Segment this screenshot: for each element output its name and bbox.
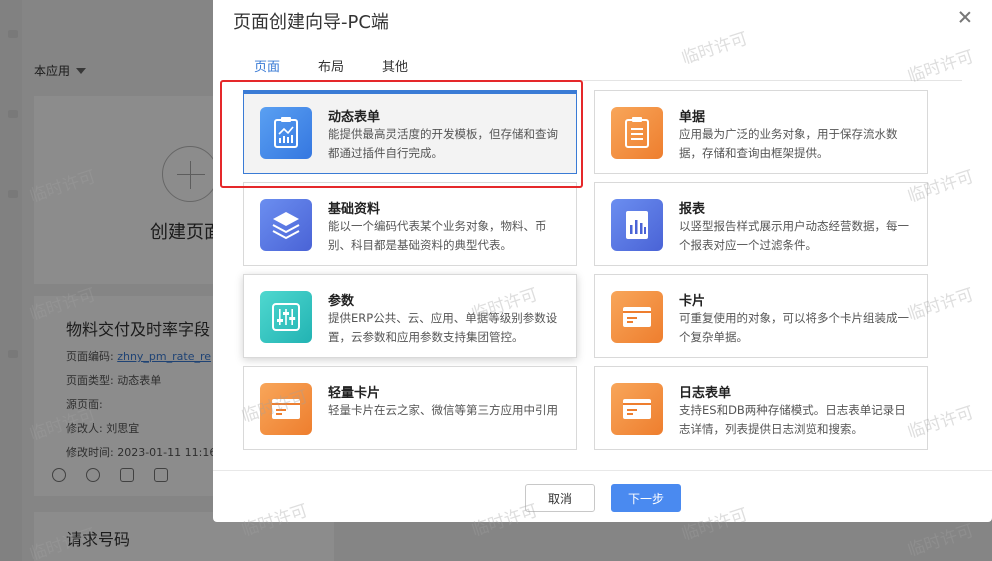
- card-desc: 能提供最高灵活度的开发模板，但存储和查询都通过插件自行完成。: [328, 127, 558, 160]
- card-desc: 应用最为广泛的业务对象，用于保存流水数据，存储和查询由框架提供。: [679, 127, 898, 160]
- card-title: 单据: [679, 110, 706, 125]
- tab-other[interactable]: 其他: [382, 56, 408, 81]
- type-card-basic-data[interactable]: 基础资料 能以一个编码代表某个业务对象，物料、币别、科目都是基础资料的典型代表。: [243, 182, 577, 266]
- type-card-dynamic-form[interactable]: 动态表单 能提供最高灵活度的开发模板，但存储和查询都通过插件自行完成。: [243, 90, 577, 174]
- type-card-light-card[interactable]: 轻量卡片 轻量卡片在云之家、微信等第三方应用中引用: [243, 366, 577, 450]
- card-title: 参数: [328, 294, 355, 309]
- card-desc: 能以一个编码代表某个业务对象，物料、币别、科目都是基础资料的典型代表。: [328, 219, 547, 252]
- type-card-card[interactable]: 卡片 可重复使用的对象，可以将多个卡片组装成一个复杂单据。: [594, 274, 928, 358]
- dialog-title: 页面创建向导-PC端: [233, 12, 389, 33]
- chart-clipboard-icon: [260, 107, 312, 159]
- tab-bar: 页面 布局 其他: [242, 56, 962, 82]
- card-desc: 可重复使用的对象，可以将多个卡片组装成一个复杂单据。: [679, 311, 909, 344]
- type-card-report[interactable]: 报表 以竖型报告样式展示用户动态经营数据，每一个报表对应一个过滤条件。: [594, 182, 928, 266]
- type-card-log-form[interactable]: 日志表单 支持ES和DB两种存储模式。日志表单记录日志详情，列表提供日志浏览和搜…: [594, 366, 928, 450]
- card-desc: 提供ERP公共、云、应用、单据等级别参数设置，云参数和应用参数支持集团管控。: [328, 311, 558, 344]
- type-card-parameter[interactable]: 参数 提供ERP公共、云、应用、单据等级别参数设置，云参数和应用参数支持集团管控…: [243, 274, 577, 358]
- card-title: 轻量卡片: [328, 386, 381, 401]
- type-card-bill[interactable]: 单据 应用最为广泛的业务对象，用于保存流水数据，存储和查询由框架提供。: [594, 90, 928, 174]
- card-title: 动态表单: [328, 110, 381, 125]
- card-desc: 轻量卡片在云之家、微信等第三方应用中引用: [328, 403, 558, 417]
- close-icon[interactable]: [957, 9, 973, 25]
- card-icon: [611, 291, 663, 343]
- card-icon: [611, 383, 663, 435]
- footer-divider: [213, 470, 992, 471]
- bar-chart-icon: [611, 199, 663, 251]
- card-desc: 以竖型报告样式展示用户动态经营数据，每一个报表对应一个过滤条件。: [679, 219, 909, 252]
- next-step-button[interactable]: 下一步: [611, 484, 681, 512]
- layers-icon: [260, 199, 312, 251]
- cancel-button[interactable]: 取消: [525, 484, 595, 512]
- tab-page[interactable]: 页面: [251, 56, 283, 82]
- card-title: 日志表单: [679, 386, 732, 401]
- clipboard-icon: [611, 107, 663, 159]
- card-title: 卡片: [679, 294, 706, 309]
- card-title: 报表: [679, 202, 706, 217]
- card-desc: 支持ES和DB两种存储模式。日志表单记录日志详情，列表提供日志浏览和搜索。: [679, 403, 906, 436]
- page-wizard-dialog: 页面创建向导-PC端 页面 布局 其他 动态表单 能提供最高灵活度的开发模板，但…: [213, 0, 992, 522]
- card-title: 基础资料: [328, 202, 381, 217]
- sliders-icon: [260, 291, 312, 343]
- card-icon: [260, 383, 312, 435]
- tab-layout[interactable]: 布局: [318, 56, 344, 81]
